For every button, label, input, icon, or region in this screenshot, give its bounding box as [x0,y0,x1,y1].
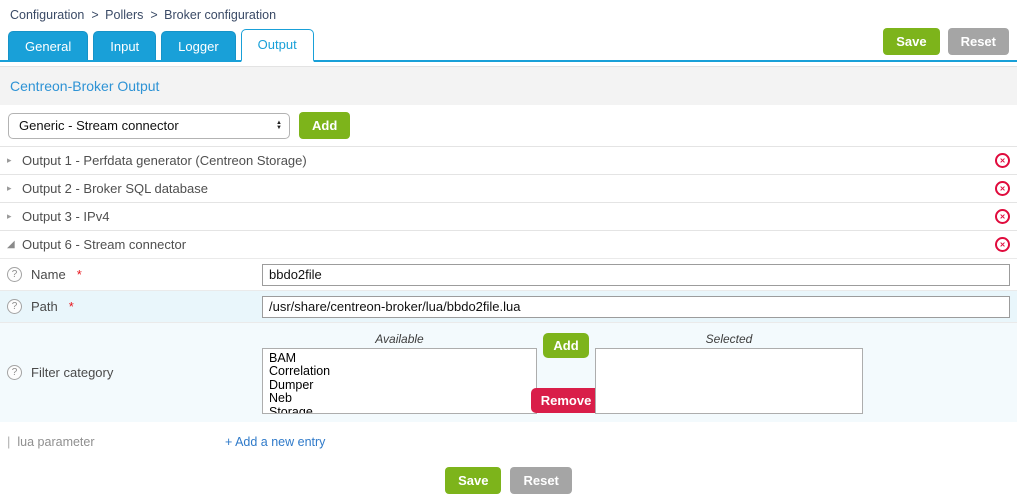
save-button-bottom[interactable]: Save [445,467,501,494]
output-row-label: Output 2 - Broker SQL database [22,181,208,196]
help-icon[interactable]: ? [7,365,22,380]
tab-general[interactable]: General [8,31,88,60]
required-asterisk: * [69,299,74,314]
output-row-label: Output 3 - IPv4 [22,209,109,224]
available-column: Available BAM Correlation Dumper Neb Sto… [262,332,537,414]
filter-category-row: ? Filter category Available BAM Correlat… [0,322,1017,422]
breadcrumb-item-broker-configuration: Broker configuration [164,8,276,22]
help-icon[interactable]: ? [7,299,22,314]
tab-input[interactable]: Input [93,31,156,60]
breadcrumb-item-pollers[interactable]: Pollers [105,8,143,22]
top-toolbar: Save Reset [883,28,1009,55]
filter-category-swapper: Available BAM Correlation Dumper Neb Sto… [262,332,863,414]
chevron-right-icon: ▸ [7,155,22,166]
output-row-2[interactable]: ▸ Output 2 - Broker SQL database ✕ [0,174,1017,202]
output-row-6[interactable]: ◢ Output 6 - Stream connector ✕ [0,230,1017,258]
delete-output-icon[interactable]: ✕ [995,237,1010,252]
selected-list-label: Selected [595,332,863,348]
required-asterisk: * [77,267,82,282]
list-item[interactable]: BAM [269,352,536,366]
add-filter-button[interactable]: Add [543,333,588,358]
filter-category-label: Filter category [31,365,113,380]
footer-toolbar: Save Reset [0,467,1017,494]
question-glyph: ? [12,367,18,378]
breadcrumb: Configuration > Pollers > Broker configura… [0,0,1017,28]
delete-output-icon[interactable]: ✕ [995,181,1010,196]
list-item[interactable]: Dumper [269,379,536,393]
available-listbox[interactable]: BAM Correlation Dumper Neb Storage [262,348,537,414]
path-field-label-group: ? Path * [7,299,262,314]
selected-column: Selected [595,332,863,414]
tab-output[interactable]: Output [241,29,314,62]
output6-form: ? Name * ? Path * ? Filter category Avai… [0,258,1017,459]
output-type-select[interactable]: Generic - Stream connector ▲ ▼ [8,113,290,139]
available-list-label: Available [262,332,537,348]
name-field-label: Name [31,267,66,282]
output-row-label: Output 6 - Stream connector [22,237,186,252]
remove-filter-button[interactable]: Remove [531,388,602,413]
triangle-expanded-icon: ◢ [7,239,22,250]
delete-output-icon[interactable]: ✕ [995,153,1010,168]
name-field-label-group: ? Name * [7,267,262,282]
breadcrumb-separator: > [91,8,98,22]
swap-buttons-column: Add Remove [537,332,595,413]
tab-bar: General Input Logger Output Save Reset [0,28,1017,62]
output-type-selected-value: Generic - Stream connector [19,118,276,133]
question-glyph: ? [12,269,18,280]
tab-logger[interactable]: Logger [161,31,235,60]
lua-parameter-row: | lua parameter + Add a new entry [0,422,1017,459]
lua-parameter-label: lua parameter [17,435,94,449]
x-glyph: ✕ [1000,241,1006,249]
reset-button[interactable]: Reset [948,28,1009,55]
x-glyph: ✕ [1000,213,1006,221]
reset-button-bottom[interactable]: Reset [510,467,571,494]
path-field-row: ? Path * [0,290,1017,322]
name-input[interactable] [262,264,1010,286]
filter-category-label-group: ? Filter category [7,365,262,380]
add-output-button[interactable]: Add [299,112,350,139]
path-field-label: Path [31,299,58,314]
list-item[interactable]: Storage [269,406,536,414]
breadcrumb-separator: > [150,8,157,22]
output-row-label: Output 1 - Perfdata generator (Centreon … [22,153,307,168]
add-output-row: Generic - Stream connector ▲ ▼ Add [0,105,1017,146]
name-field-row: ? Name * [0,258,1017,290]
x-glyph: ✕ [1000,157,1006,165]
output-row-3[interactable]: ▸ Output 3 - IPv4 ✕ [0,202,1017,230]
page-title: Centreon-Broker Output [0,66,1017,105]
output-list: ▸ Output 1 - Perfdata generator (Centreo… [0,146,1017,258]
question-glyph: ? [12,301,18,312]
chevron-right-icon: ▸ [7,183,22,194]
chevron-right-icon: ▸ [7,211,22,222]
drag-handle-icon: | [7,434,10,449]
path-input[interactable] [262,296,1010,318]
list-item[interactable]: Correlation [269,365,536,379]
output-row-1[interactable]: ▸ Output 1 - Perfdata generator (Centreo… [0,146,1017,174]
help-icon[interactable]: ? [7,267,22,282]
delete-output-icon[interactable]: ✕ [995,209,1010,224]
add-new-entry-link[interactable]: + Add a new entry [225,435,325,449]
breadcrumb-item-configuration[interactable]: Configuration [10,8,84,22]
list-item[interactable]: Neb [269,392,536,406]
select-stepper-icon: ▲ ▼ [276,121,282,131]
selected-listbox[interactable] [595,348,863,414]
lua-parameter-label-group: | lua parameter [7,434,225,449]
x-glyph: ✕ [1000,185,1006,193]
save-button[interactable]: Save [883,28,939,55]
